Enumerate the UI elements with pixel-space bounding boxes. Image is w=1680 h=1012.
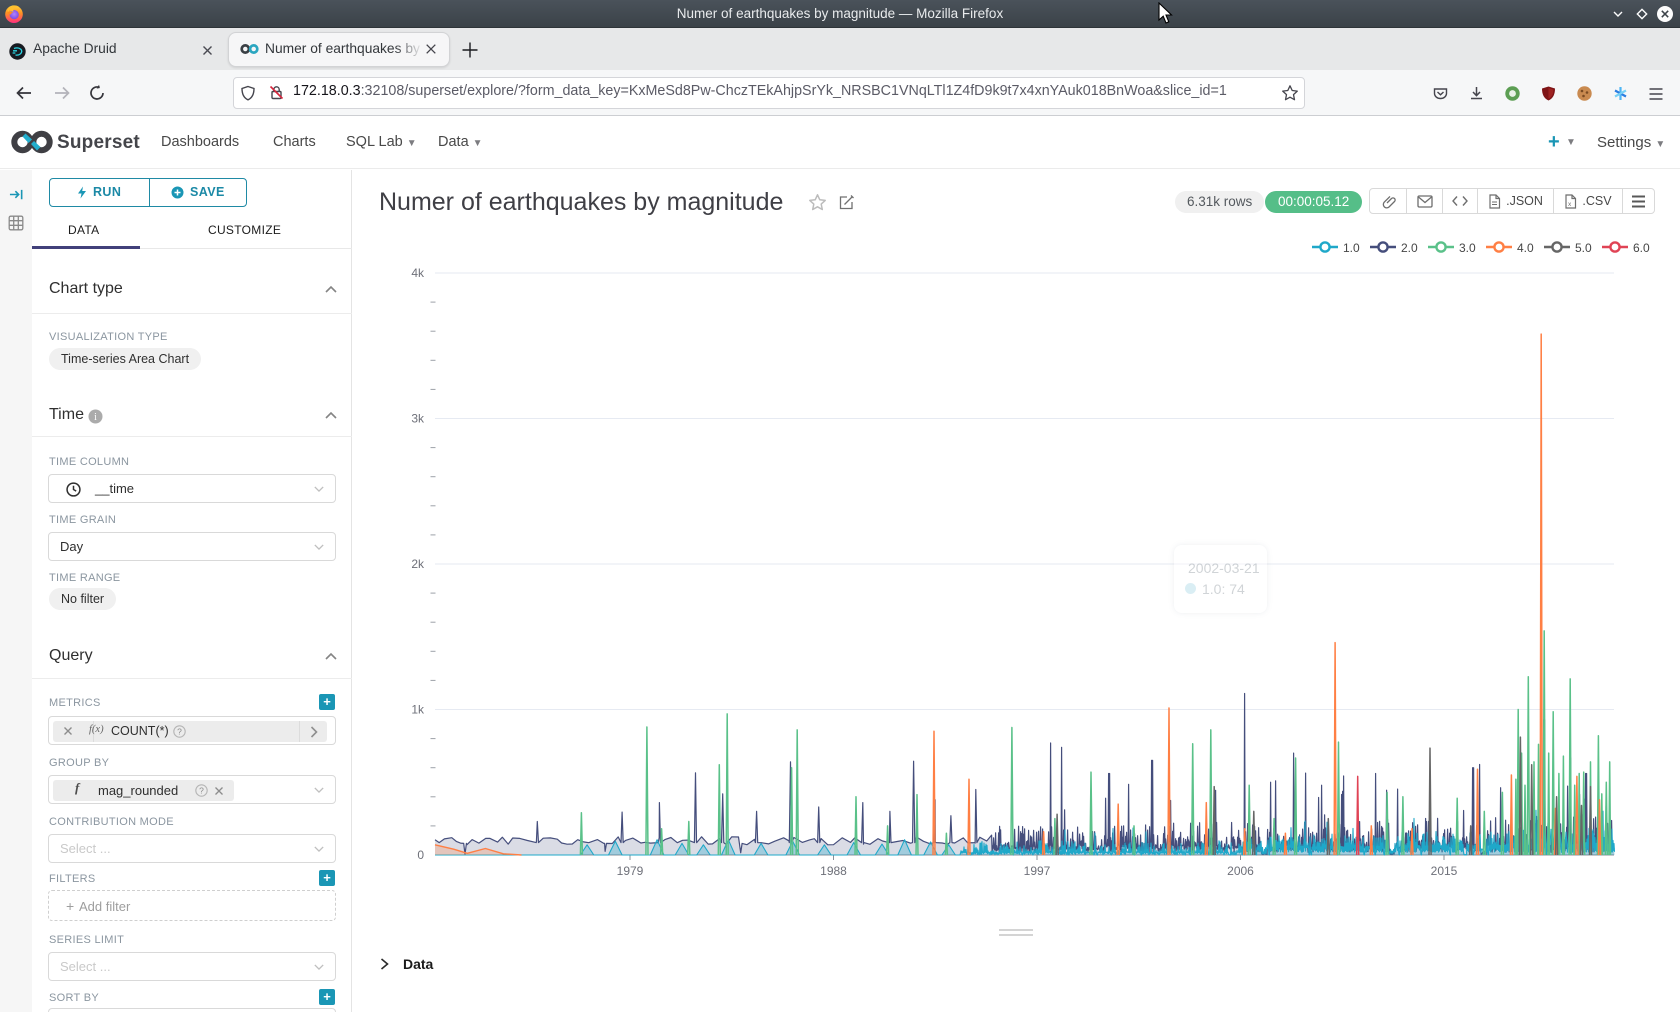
svg-text:1997: 1997 — [1024, 864, 1051, 878]
svg-text:3k: 3k — [411, 412, 425, 426]
svg-text:i: i — [94, 412, 97, 423]
svg-text:4k: 4k — [411, 266, 425, 280]
svg-text:?: ? — [177, 726, 182, 736]
svg-text:1988: 1988 — [820, 864, 847, 878]
svg-text:2006: 2006 — [1227, 864, 1254, 878]
svg-text:?: ? — [199, 785, 204, 795]
svg-text:1k: 1k — [411, 703, 425, 717]
svg-text:0: 0 — [417, 848, 424, 862]
svg-text:2015: 2015 — [1431, 864, 1458, 878]
svg-text:1979: 1979 — [617, 864, 644, 878]
svg-text:2k: 2k — [411, 557, 425, 571]
